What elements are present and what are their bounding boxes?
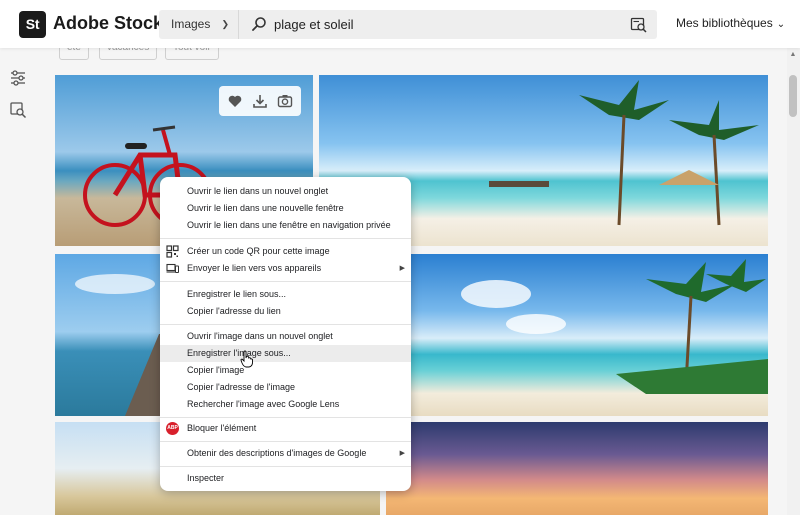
island-illustration — [461, 259, 768, 394]
search-input[interactable]: plage et soleil — [274, 10, 354, 39]
heart-icon[interactable] — [227, 93, 243, 109]
adblock-plus-icon: ABP — [166, 422, 179, 435]
page: St Adobe Stock Images ❯ plage et soleil … — [0, 0, 800, 515]
menu-separator — [160, 324, 411, 325]
category-selected: Images — [171, 17, 211, 31]
menu-item-create-qr[interactable]: Créer un code QR pour cette image — [160, 243, 411, 260]
context-menu: Ouvrir le lien dans un nouvel onglet Ouv… — [160, 177, 411, 491]
search-bar: Images ❯ plage et soleil — [159, 10, 657, 39]
result-image-island-beach[interactable] — [386, 254, 768, 416]
libraries-menu[interactable]: Mes bibliothèques ⌄ — [676, 16, 785, 30]
menu-item-copy-image[interactable]: Copier l'image — [160, 362, 411, 379]
menu-separator — [160, 238, 411, 239]
download-icon[interactable] — [252, 93, 268, 109]
menu-item-save-image-as[interactable]: Enregistrer l'image sous... — [160, 345, 411, 362]
menu-separator — [160, 417, 411, 418]
hand-cursor-icon — [240, 350, 253, 368]
menu-item-google-image-descriptions[interactable]: Obtenir des descriptions d'images de Goo… — [160, 445, 411, 462]
scrollbar-thumb[interactable] — [789, 75, 797, 117]
header-bar: St Adobe Stock Images ❯ plage et soleil … — [0, 0, 800, 48]
menu-item-copy-link-address[interactable]: Copier l'adresse du lien — [160, 303, 411, 320]
menu-item-save-link-as[interactable]: Enregistrer le lien sous... — [160, 286, 411, 303]
scrollbar-track[interactable] — [787, 48, 800, 515]
menu-separator — [160, 466, 411, 467]
menu-item-label: Bloquer l'élément — [187, 423, 257, 433]
menu-separator — [160, 441, 411, 442]
menu-item-send-to-devices[interactable]: Envoyer le lien vers vos appareils ▶ — [160, 260, 411, 277]
menu-item-inspect[interactable]: Inspecter — [160, 470, 411, 487]
submenu-arrow-icon: ▶ — [399, 265, 405, 272]
menu-item-copy-image-address[interactable]: Copier l'adresse de l'image — [160, 379, 411, 396]
menu-separator — [160, 281, 411, 282]
menu-item-block-element[interactable]: ABP Bloquer l'élément — [160, 420, 411, 437]
menu-item-label: Envoyer le lien vers vos appareils — [187, 263, 322, 273]
chevron-down-icon: ❯ — [221, 19, 229, 29]
devices-icon — [166, 263, 179, 273]
scroll-up-icon[interactable]: ▲ — [789, 51, 797, 59]
menu-item-google-lens[interactable]: Rechercher l'image avec Google Lens — [160, 396, 411, 413]
menu-item-open-image-new-tab[interactable]: Ouvrir l'image dans un nouvel onglet — [160, 328, 411, 345]
chevron-down-icon: ⌄ — [776, 19, 786, 30]
search-icon — [252, 17, 266, 31]
result-image-sunset[interactable] — [386, 422, 768, 515]
brand-name[interactable]: Adobe Stock — [53, 13, 163, 34]
similar-search-icon[interactable] — [9, 101, 27, 119]
qr-code-icon — [166, 245, 179, 258]
left-rail — [0, 48, 36, 515]
menu-item-label: Obtenir des descriptions d'images de Goo… — [187, 448, 367, 458]
adobe-stock-logo[interactable]: St — [19, 11, 46, 38]
submenu-arrow-icon: ▶ — [399, 450, 405, 457]
filter-sliders-icon[interactable] — [9, 69, 27, 87]
camera-icon[interactable] — [277, 93, 293, 109]
image-actions-overlay — [219, 86, 301, 116]
menu-item-open-link-incognito[interactable]: Ouvrir le lien dans une fenêtre en navig… — [160, 217, 411, 234]
menu-item-open-link-new-tab[interactable]: Ouvrir le lien dans un nouvel onglet — [160, 183, 411, 200]
visual-search-icon[interactable] — [630, 16, 647, 33]
libraries-label: Mes bibliothèques — [676, 16, 773, 30]
category-dropdown[interactable]: Images ❯ — [159, 10, 239, 39]
menu-item-open-link-new-window[interactable]: Ouvrir le lien dans une nouvelle fenêtre — [160, 200, 411, 217]
menu-item-label: Créer un code QR pour cette image — [187, 246, 330, 256]
